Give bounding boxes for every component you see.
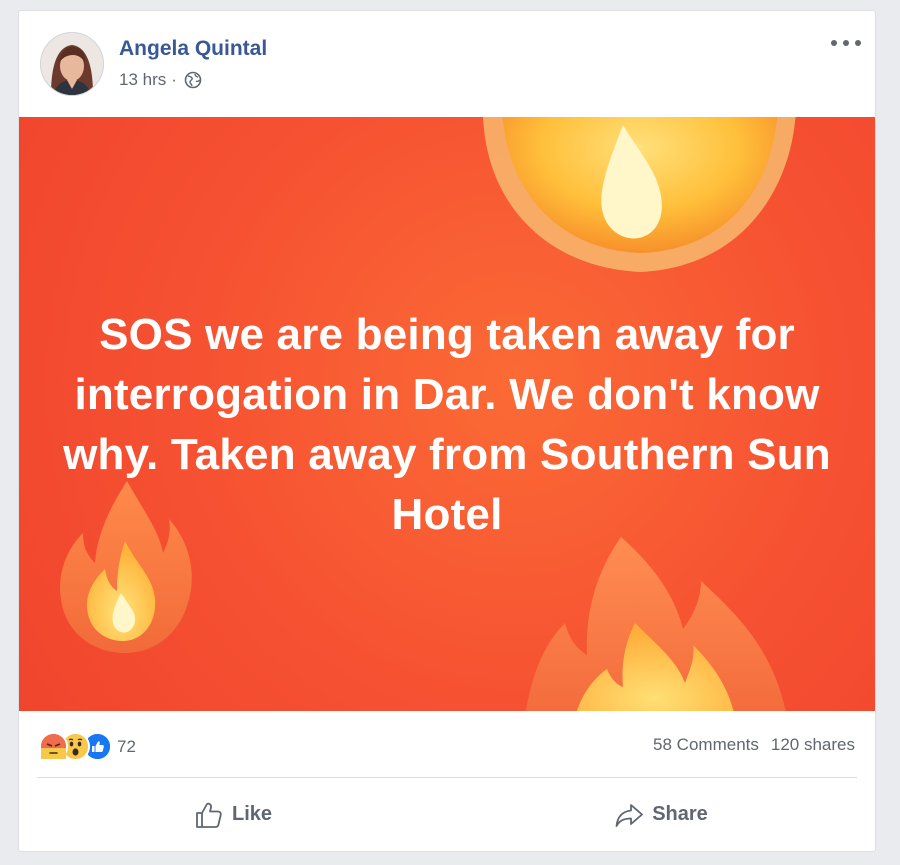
fire-emoji-top xyxy=(483,117,796,272)
post-meta: 13 hrs · xyxy=(119,70,202,90)
like-label: Like xyxy=(231,803,273,825)
reaction-summary[interactable]: 72 xyxy=(39,732,136,761)
post-header: Angela Quintal 13 hrs · xyxy=(19,11,875,116)
angry-reaction-icon[interactable] xyxy=(39,732,68,761)
share-label: Share xyxy=(652,803,708,825)
share-arrow-icon xyxy=(615,803,644,827)
post-banner: SOS we are being taken away for interrog… xyxy=(19,117,875,711)
fire-emoji-bottom xyxy=(526,537,786,711)
thumbs-up-icon xyxy=(196,802,222,828)
more-options-icon[interactable] xyxy=(831,33,861,53)
comments-count[interactable]: 58 Comments xyxy=(653,735,759,754)
banner-text: SOS we are being taken away for interrog… xyxy=(63,310,831,539)
globe-icon[interactable] xyxy=(184,71,202,89)
share-button[interactable]: Share xyxy=(447,778,875,851)
author-name[interactable]: Angela Quintal xyxy=(119,37,267,61)
like-button[interactable]: Like xyxy=(19,778,447,851)
post-card: Angela Quintal 13 hrs · SOS we are being… xyxy=(18,10,876,852)
meta-separator: · xyxy=(171,70,177,89)
engagement-stats: 58 Comments 120 shares xyxy=(653,735,855,755)
avatar-image xyxy=(41,33,103,95)
post-stats: 72 58 Comments 120 shares xyxy=(19,711,875,777)
post-timestamp[interactable]: 13 hrs xyxy=(119,70,166,90)
post-actions: Like Share xyxy=(19,778,875,851)
avatar[interactable] xyxy=(40,32,104,96)
reaction-count[interactable]: 72 xyxy=(117,737,136,757)
shares-count[interactable]: 120 shares xyxy=(771,735,855,754)
